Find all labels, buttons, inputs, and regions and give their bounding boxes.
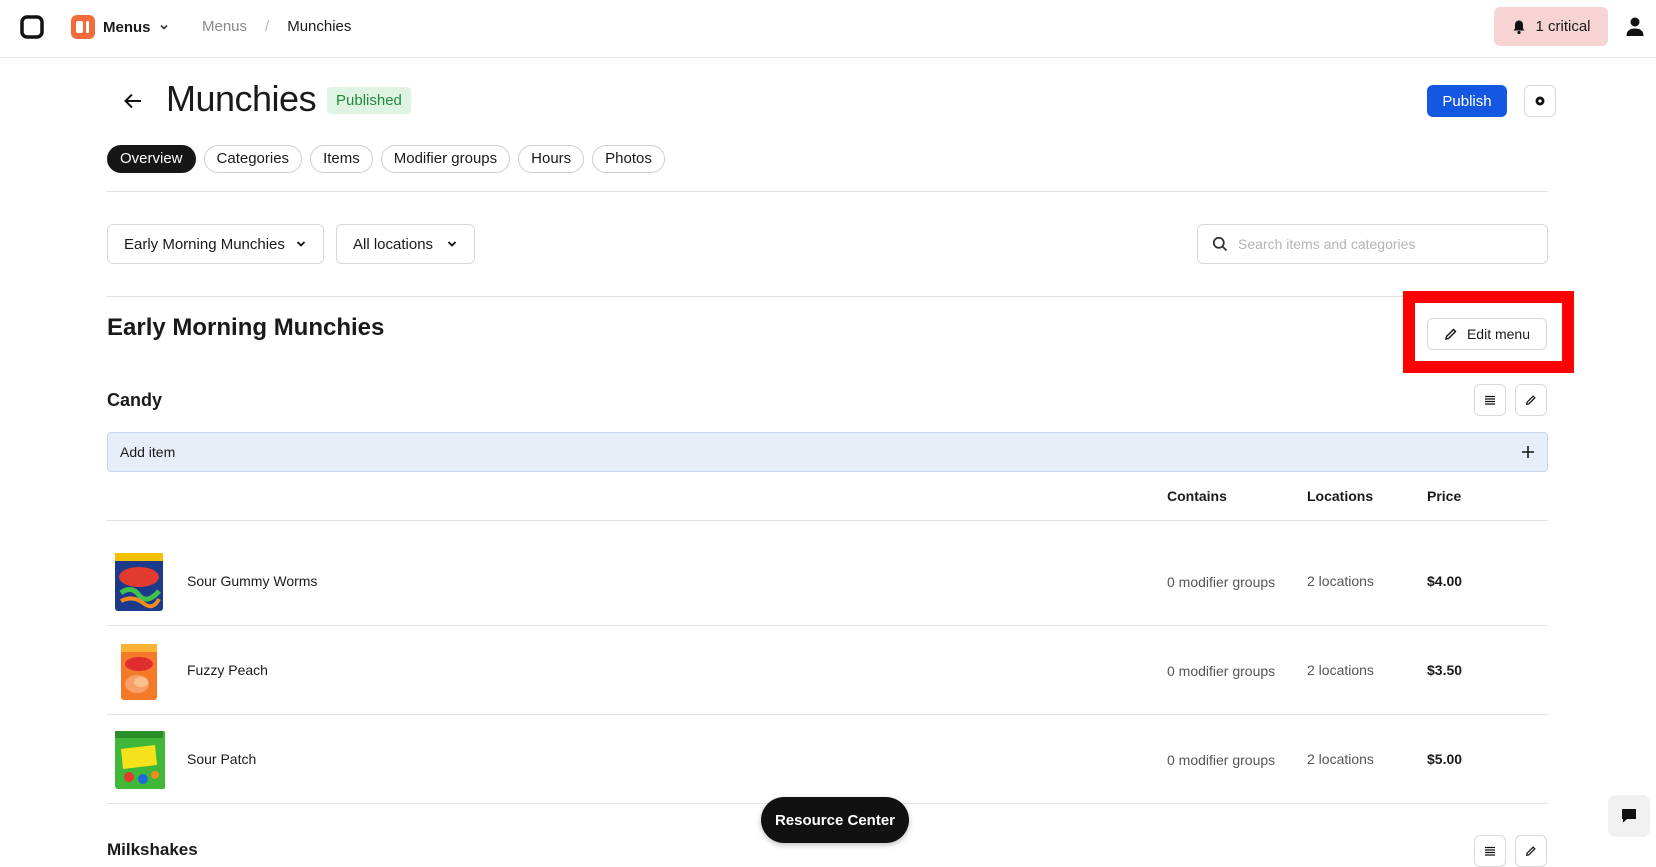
item-name: Sour Patch bbox=[187, 751, 257, 767]
reorder-category-button[interactable] bbox=[1474, 384, 1506, 416]
item-price: $3.50 bbox=[1427, 662, 1463, 678]
item-price: $5.00 bbox=[1427, 751, 1463, 767]
column-header-price: Price bbox=[1427, 488, 1462, 504]
pencil-icon bbox=[1525, 395, 1536, 406]
tab-modifier-groups[interactable]: Modifier groups bbox=[380, 145, 511, 173]
back-arrow-icon[interactable] bbox=[122, 90, 144, 112]
search-icon bbox=[1212, 236, 1228, 252]
menu-section-title: Early Morning Munchies bbox=[107, 314, 385, 341]
list-icon bbox=[1485, 395, 1495, 405]
tab-categories[interactable]: Categories bbox=[203, 145, 303, 173]
bell-icon bbox=[1513, 20, 1525, 34]
reorder-category-button[interactable] bbox=[1474, 835, 1506, 867]
publish-button[interactable]: Publish bbox=[1427, 85, 1507, 117]
item-contains: 0 modifier groups bbox=[1167, 663, 1276, 679]
critical-alert-button[interactable]: 1 critical bbox=[1494, 7, 1608, 46]
settings-button[interactable] bbox=[1524, 85, 1556, 117]
item-name: Fuzzy Peach bbox=[187, 662, 268, 678]
filters-divider bbox=[107, 296, 1548, 297]
plus-icon bbox=[1522, 446, 1534, 458]
page-title: Munchies bbox=[166, 78, 317, 119]
top-bar: Menus Menus / Munchies 1 critical bbox=[0, 0, 1656, 58]
app-name: Menus bbox=[103, 18, 151, 36]
pencil-icon bbox=[1525, 846, 1536, 857]
tabs-divider bbox=[107, 191, 1548, 192]
tab-hours[interactable]: Hours bbox=[518, 145, 585, 173]
breadcrumb: Menus / Munchies bbox=[202, 18, 351, 35]
item-contains: 0 modifier groups bbox=[1167, 752, 1276, 768]
item-thumbnail bbox=[113, 640, 165, 702]
chat-icon bbox=[1622, 809, 1636, 823]
item-locations: 2 locations bbox=[1307, 573, 1374, 589]
chevron-down-icon bbox=[447, 241, 457, 247]
table-row[interactable]: Sour Gummy Worms 0 modifier groups 2 loc… bbox=[107, 537, 1548, 626]
item-thumbnail bbox=[113, 551, 165, 613]
item-contains: 0 modifier groups bbox=[1167, 574, 1276, 590]
alert-label: 1 critical bbox=[1535, 18, 1591, 35]
edit-menu-button[interactable]: Edit menu bbox=[1427, 318, 1547, 350]
column-header-contains: Contains bbox=[1167, 488, 1227, 504]
breadcrumb-current: Munchies bbox=[287, 18, 352, 35]
user-icon[interactable] bbox=[1625, 16, 1645, 38]
menu-select[interactable]: Early Morning Munchies bbox=[107, 224, 324, 264]
menus-app-icon bbox=[71, 15, 95, 39]
chevron-down-icon bbox=[159, 24, 168, 30]
edit-category-button[interactable] bbox=[1515, 835, 1547, 867]
item-thumbnail bbox=[113, 729, 165, 791]
chevron-down-icon bbox=[296, 241, 306, 247]
item-price: $4.00 bbox=[1427, 573, 1463, 589]
resource-center-button[interactable]: Resource Center bbox=[761, 797, 909, 843]
table-header-divider bbox=[107, 520, 1548, 521]
item-locations: 2 locations bbox=[1307, 662, 1374, 678]
column-header-locations: Locations bbox=[1307, 488, 1374, 504]
list-icon bbox=[1485, 846, 1495, 856]
edit-category-button[interactable] bbox=[1515, 384, 1547, 416]
item-locations: 2 locations bbox=[1307, 751, 1374, 767]
square-logo-icon[interactable] bbox=[20, 15, 44, 39]
status-badge: Published bbox=[327, 87, 411, 114]
edit-menu-label: Edit menu bbox=[1466, 326, 1531, 342]
location-select[interactable]: All locations bbox=[336, 224, 475, 264]
table-row[interactable]: Sour Patch 0 modifier groups 2 locations… bbox=[107, 715, 1548, 804]
add-item-button[interactable]: Add item bbox=[107, 432, 1548, 472]
location-select-value: All locations bbox=[353, 235, 434, 253]
pencil-icon bbox=[1445, 328, 1457, 340]
tab-overview[interactable]: Overview bbox=[107, 145, 196, 173]
breadcrumb-separator: / bbox=[265, 18, 270, 35]
search-box bbox=[1197, 224, 1548, 264]
tab-items[interactable]: Items bbox=[310, 145, 373, 173]
gear-icon bbox=[1535, 96, 1545, 106]
table-row[interactable]: Fuzzy Peach 0 modifier groups 2 location… bbox=[107, 626, 1548, 715]
search-input[interactable] bbox=[1238, 236, 1528, 252]
tab-photos[interactable]: Photos bbox=[592, 145, 665, 173]
category-title: Candy bbox=[107, 390, 163, 410]
menu-select-value: Early Morning Munchies bbox=[124, 235, 285, 253]
breadcrumb-menus-link[interactable]: Menus bbox=[202, 18, 247, 35]
tab-bar: Overview Categories Items Modifier group… bbox=[107, 145, 665, 173]
add-item-label: Add item bbox=[120, 444, 176, 460]
chat-button[interactable] bbox=[1608, 795, 1650, 837]
category-title-milkshakes: Milkshakes bbox=[107, 840, 198, 859]
app-switcher[interactable]: Menus bbox=[71, 15, 169, 39]
item-name: Sour Gummy Worms bbox=[187, 573, 318, 589]
